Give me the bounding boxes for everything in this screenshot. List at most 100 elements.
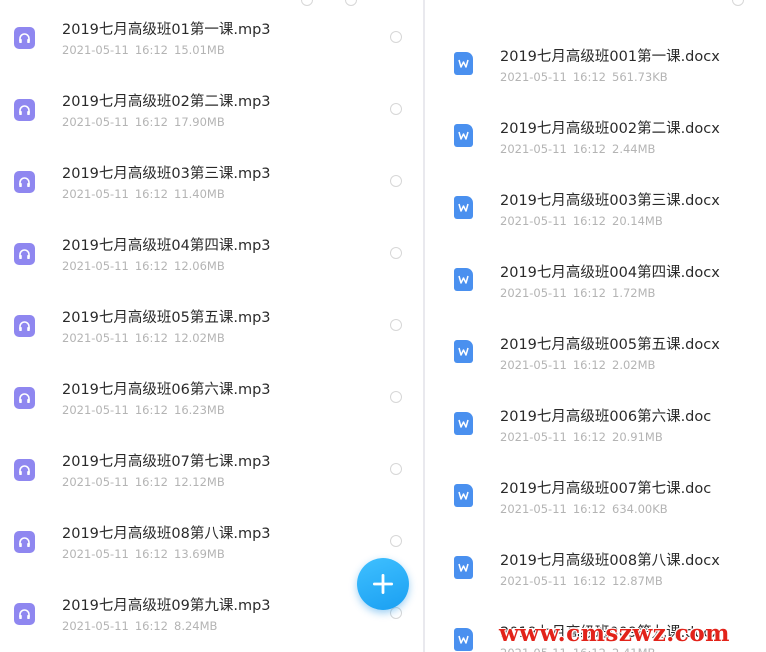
- file-size: 1.72MB: [612, 286, 656, 300]
- file-time: 16:12: [572, 430, 606, 444]
- file-name: 2019七月高级班02第二课.mp3: [62, 94, 271, 110]
- plus-icon: [373, 574, 393, 594]
- file-meta: 2021-05-11 16:12 20.14MB: [500, 214, 663, 228]
- file-meta: 2021-05-11 16:12 2.44MB: [500, 142, 655, 156]
- word-document-icon: [454, 340, 473, 363]
- file-list-item[interactable]: 2019七月高级班08第八课.mp3 2021-05-11 16:12 13.69MB: [0, 504, 420, 576]
- headphones-icon: [14, 603, 35, 625]
- file-size: 15.01MB: [174, 43, 225, 57]
- file-date: 2021-05-11: [500, 70, 567, 84]
- file-list-item[interactable]: 2019七月高级班007第七课.doc 2021-05-11 16:12 634.00…: [428, 459, 766, 531]
- file-name: 2019七月高级班007第七课.doc: [500, 481, 712, 497]
- file-list-item[interactable]: 2019七月高级班006第六课.doc 2021-05-11 16:12 20.91M…: [428, 387, 766, 459]
- file-date: 2021-05-11: [62, 331, 129, 345]
- file-name: 2019七月高级班05第五课.mp3: [62, 310, 271, 326]
- file-size: 634.00KB: [612, 502, 668, 516]
- file-date: 2021-05-11: [500, 358, 567, 372]
- top-stub-icon: [732, 0, 744, 6]
- watermark: www.cmszwz.com: [499, 620, 730, 647]
- file-size: 12.02MB: [174, 331, 225, 345]
- file-list-item[interactable]: 2019七月高级班005第五课.docx 2021-05-11 16:12 2.02M…: [428, 315, 766, 387]
- file-time: 16:12: [134, 475, 168, 489]
- file-time: 16:12: [134, 259, 168, 273]
- file-size: 12.87MB: [612, 574, 663, 588]
- select-radio[interactable]: [390, 463, 402, 475]
- file-date: 2021-05-11: [62, 259, 129, 273]
- file-size: 20.91MB: [612, 430, 663, 444]
- headphones-icon: [14, 387, 35, 409]
- headphones-icon: [14, 243, 35, 265]
- file-size: 16.23MB: [174, 403, 225, 417]
- headphones-icon: [14, 531, 35, 553]
- headphones-icon: [14, 27, 35, 49]
- file-date: 2021-05-11: [62, 187, 129, 201]
- file-size: 2.02MB: [612, 358, 656, 372]
- file-date: 2021-05-11: [500, 574, 567, 588]
- headphones-icon: [14, 315, 35, 337]
- file-date: 2021-05-11: [62, 115, 129, 129]
- file-name: 2019七月高级班01第一课.mp3: [62, 22, 271, 38]
- file-meta: 2021-05-11 16:12 20.91MB: [500, 430, 663, 444]
- select-radio[interactable]: [390, 535, 402, 547]
- select-radio[interactable]: [390, 391, 402, 403]
- file-meta: 2021-05-11 16:12 8.24MB: [62, 619, 217, 633]
- word-document-icon: [454, 484, 473, 507]
- file-date: 2021-05-11: [62, 619, 129, 633]
- file-name: 2019七月高级班003第三课.docx: [500, 193, 720, 209]
- file-size: 8.24MB: [174, 619, 218, 633]
- file-name: 2019七月高级班09第九课.mp3: [62, 598, 271, 614]
- select-radio[interactable]: [390, 175, 402, 187]
- file-name: 2019七月高级班008第八课.docx: [500, 553, 720, 569]
- file-name: 2019七月高级班03第三课.mp3: [62, 166, 271, 182]
- headphones-icon: [14, 171, 35, 193]
- file-name: 2019七月高级班08第八课.mp3: [62, 526, 271, 542]
- file-list-item[interactable]: 2019七月高级班03第三课.mp3 2021-05-11 16:12 11.40MB: [0, 144, 420, 216]
- file-meta: 2021-05-11 16:12 17.90MB: [62, 115, 225, 129]
- file-list-item[interactable]: 2019七月高级班01第一课.mp3 2021-05-11 16:12 15.01MB: [0, 0, 420, 72]
- file-meta: 2021-05-11 16:12 12.87MB: [500, 574, 663, 588]
- file-time: 16:12: [572, 358, 606, 372]
- file-date: 2021-05-11: [62, 43, 129, 57]
- file-list-item[interactable]: 2019七月高级班003第三课.docx 2021-05-11 16:12 20.14…: [428, 171, 766, 243]
- file-list-item[interactable]: 2019七月高级班001第一课.docx 2021-05-11 16:12 561.7…: [428, 27, 766, 99]
- file-list-item[interactable]: 2019七月高级班06第六课.mp3 2021-05-11 16:12 16.23MB: [0, 360, 420, 432]
- file-date: 2021-05-11: [62, 403, 129, 417]
- select-radio[interactable]: [390, 247, 402, 259]
- file-size: 11.40MB: [174, 187, 225, 201]
- select-radio[interactable]: [390, 319, 402, 331]
- file-date: 2021-05-11: [500, 286, 567, 300]
- word-document-icon: [454, 412, 473, 435]
- word-document-icon: [454, 556, 473, 579]
- select-radio[interactable]: [390, 103, 402, 115]
- file-list-item[interactable]: 2019七月高级班04第四课.mp3 2021-05-11 16:12 12.06MB: [0, 216, 420, 288]
- file-name: 2019七月高级班002第二课.docx: [500, 121, 720, 137]
- file-date: 2021-05-11: [500, 142, 567, 156]
- file-list-item[interactable]: 2019七月高级班004第四课.docx 2021-05-11 16:12 1.72M…: [428, 243, 766, 315]
- file-name: 2019七月高级班04第四课.mp3: [62, 238, 271, 254]
- file-meta: 2021-05-11 16:12 13.69MB: [62, 547, 225, 561]
- file-date: 2021-05-11: [62, 547, 129, 561]
- file-time: 16:12: [572, 502, 606, 516]
- file-size: 20.14MB: [612, 214, 663, 228]
- headphones-icon: [14, 99, 35, 121]
- file-time: 16:12: [134, 619, 168, 633]
- file-time: 16:12: [134, 43, 168, 57]
- file-list-item[interactable]: 2019七月高级班002第二课.docx 2021-05-11 16:12 2.44M…: [428, 99, 766, 171]
- add-button[interactable]: [357, 558, 409, 610]
- file-meta: 2021-05-11 16:12 561.73KB: [500, 70, 668, 84]
- file-meta: 2021-05-11 16:12 16.23MB: [62, 403, 225, 417]
- file-list-item[interactable]: 2019七月高级班02第二课.mp3 2021-05-11 16:12 17.90MB: [0, 72, 420, 144]
- file-list-item[interactable]: 2019七月高级班008第八课.docx 2021-05-11 16:12 12.87…: [428, 531, 766, 603]
- file-meta: 2021-05-11 16:12 12.06MB: [62, 259, 225, 273]
- file-meta: 2021-05-11 16:12 15.01MB: [62, 43, 225, 57]
- select-radio[interactable]: [390, 607, 402, 619]
- file-list-item[interactable]: 2019七月高级班07第七课.mp3 2021-05-11 16:12 12.12MB: [0, 432, 420, 504]
- word-document-icon: [454, 268, 473, 291]
- file-list-item[interactable]: 2019七月高级班05第五课.mp3 2021-05-11 16:12 12.02MB: [0, 288, 420, 360]
- file-meta: 2021-05-11 16:12 634.00KB: [500, 502, 668, 516]
- select-radio[interactable]: [390, 31, 402, 43]
- file-size: 12.06MB: [174, 259, 225, 273]
- file-time: 16:12: [572, 574, 606, 588]
- audio-file-list: 2019七月高级班01第一课.mp3 2021-05-11 16:12 15.01MB…: [0, 0, 420, 652]
- file-time: 16:12: [572, 214, 606, 228]
